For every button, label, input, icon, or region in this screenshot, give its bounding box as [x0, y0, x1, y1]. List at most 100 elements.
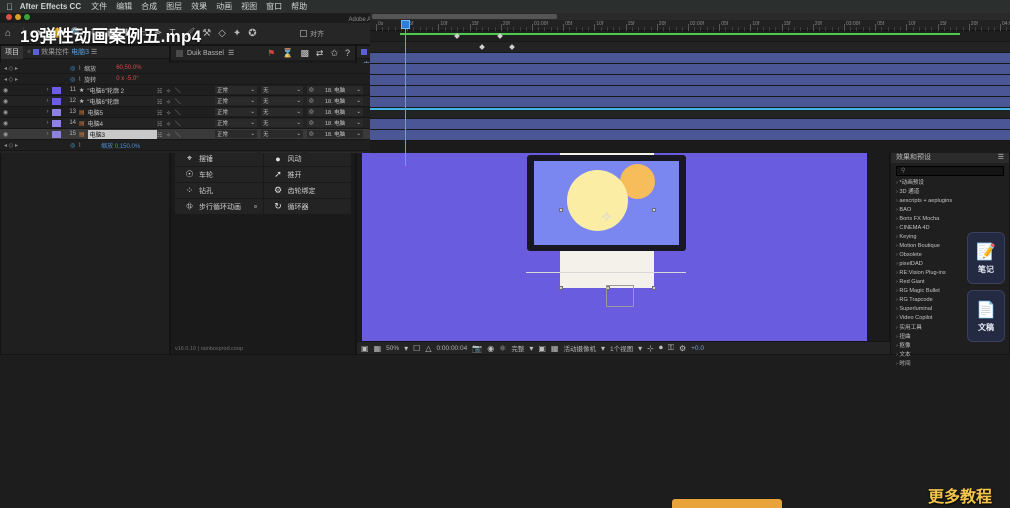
menu-item-view[interactable]: 视图	[241, 1, 257, 12]
duik-tool-wind[interactable]: ●风动	[264, 151, 352, 166]
timeline-ruler[interactable]: 0s5f10f15f20f01:00f05f10f15f20f02:00f05f…	[370, 20, 1010, 31]
region-of-interest-icon[interactable]: ▣	[538, 344, 546, 353]
layer-mode-select[interactable]: 正常⌄	[215, 152, 257, 153]
menu-item-edit[interactable]: 编辑	[116, 1, 132, 12]
tab-effect-controls[interactable]: × 效果控件 电脑3 ☰	[23, 46, 101, 59]
duik-tool-pendulum[interactable]: ⌖摆锤	[175, 151, 263, 166]
toggle-transparency-icon[interactable]: ▣	[361, 344, 369, 353]
channel-icon[interactable]: ⚛	[499, 344, 506, 353]
layer-color-swatch[interactable]	[52, 120, 61, 127]
layer-trkmat-select[interactable]: 无⌄	[261, 119, 303, 127]
sub-selection-box[interactable]	[606, 285, 634, 307]
layer-parent-select[interactable]: ◎18. 电脑⌄	[307, 130, 363, 138]
layer-name-cell[interactable]: ▤电脑4	[79, 119, 157, 128]
close-icon[interactable]	[6, 14, 12, 20]
parent-pick-whip-icon[interactable]: ◎	[309, 109, 314, 115]
effects-list-item[interactable]: aescripts + aeplugins	[896, 197, 1004, 206]
viewer-views-count[interactable]: 1个视图	[610, 343, 633, 353]
pixel-aspect-icon[interactable]: ⊹	[647, 344, 654, 353]
layer-mode-select[interactable]: 正常⌄	[215, 108, 257, 116]
layer-visibility-icon[interactable]: ◉	[0, 153, 11, 154]
chevron-right-icon[interactable]: ›	[43, 98, 52, 104]
table-row[interactable]: ◉›12★"电脑6"轮廓☵ ✧ ＼正常⌄无⌄◎18. 电脑⌄	[0, 96, 370, 107]
chevron-right-icon[interactable]: ›	[43, 131, 52, 137]
parent-pick-whip-icon[interactable]: ◎	[309, 131, 314, 137]
layer-duration-bar[interactable]	[370, 53, 1010, 64]
home-icon[interactable]: ⌂	[5, 29, 11, 39]
table-row[interactable]: ◉›13▤电脑5☵ ✧ ＼正常⌄无⌄◎18. 电脑⌄	[0, 107, 370, 118]
duik-tool-pushed[interactable]: ➚推开	[264, 167, 352, 182]
roto-brush-tool-icon[interactable]: ✦	[233, 29, 241, 39]
stopwatch-icon[interactable]: ◎	[70, 76, 75, 83]
duik-tool-gear[interactable]: ⚙齿轮绑定	[264, 183, 352, 198]
panel-menu-icon[interactable]: ☰	[91, 48, 97, 56]
eraser-tool-icon[interactable]: ◇	[218, 29, 226, 39]
flag-icon[interactable]: ⚑	[267, 48, 275, 59]
chevron-down-icon[interactable]: ▾	[404, 344, 408, 353]
selection-handle[interactable]	[652, 286, 656, 290]
layer-duration-bar[interactable]	[370, 75, 1010, 86]
chevron-right-icon[interactable]: ›	[43, 87, 52, 93]
property-name-cell[interactable]: ◎⌇旋转	[70, 75, 96, 84]
chevron-right-icon[interactable]: ›	[43, 120, 52, 126]
layer-duration-bar[interactable]	[370, 64, 1010, 75]
viewer-exposure-value[interactable]: +0.0	[691, 345, 704, 352]
layer-name-cell[interactable]: ▤电脑3	[79, 130, 157, 139]
layer-duration-bar[interactable]	[370, 97, 1010, 108]
help-icon[interactable]: ?	[345, 48, 350, 58]
layer-color-swatch[interactable]	[52, 87, 61, 94]
graph-icon[interactable]: ⌇	[78, 76, 81, 83]
layer-color-swatch[interactable]	[52, 153, 61, 154]
effects-list-item[interactable]: BAO	[896, 206, 1004, 215]
layer-parent-select[interactable]: ◎18. 电脑⌄	[307, 152, 363, 153]
zoom-icon[interactable]	[24, 14, 30, 20]
layer-mode-select[interactable]: 正常⌄	[215, 97, 257, 105]
parent-pick-whip-icon[interactable]: ◎	[309, 87, 314, 93]
layer-parent-select[interactable]: ◎18. 电脑⌄	[307, 119, 363, 127]
transfer-icon[interactable]: ⇄	[316, 48, 324, 59]
layer-trkmat-select[interactable]: 无⌄	[261, 108, 303, 116]
property-track[interactable]	[370, 31, 1010, 42]
stopwatch-icon[interactable]: ◎	[70, 142, 75, 149]
menu-item-effect[interactable]: 效果	[191, 1, 207, 12]
track-segment[interactable]	[400, 33, 960, 35]
effects-list-item[interactable]: Boris FX Mocha	[896, 215, 1004, 224]
window-traffic-lights[interactable]	[6, 14, 30, 20]
snapping-checkbox[interactable]	[300, 30, 307, 37]
layer-switches[interactable]: ☵ ✧ ＼	[157, 97, 215, 106]
parent-pick-whip-icon[interactable]: ◎	[309, 120, 314, 126]
duik-tool-looper[interactable]: ↻循环器	[264, 199, 352, 214]
layer-name-cell[interactable]: ★"电脑6"轮廓 2	[79, 86, 157, 95]
layer-color-swatch[interactable]	[52, 109, 61, 116]
close-icon[interactable]: ×	[27, 49, 31, 56]
keyframe-nav-icon[interactable]: ◂ ◇ ▸	[4, 142, 18, 149]
duik-tool-options-icon[interactable]	[254, 205, 257, 208]
keyframe-marker[interactable]	[479, 44, 485, 50]
layer-color-swatch[interactable]	[52, 98, 61, 105]
viewer-resolution-value[interactable]: 完整	[511, 343, 524, 353]
chevron-right-icon[interactable]: ›	[43, 109, 52, 115]
layer-name-cell[interactable]: ★"电脑6"轮廓	[79, 97, 157, 106]
minimize-icon[interactable]	[15, 14, 21, 20]
layer-switches[interactable]: ☵ ✧ ＼	[157, 86, 215, 95]
chevron-down-icon[interactable]: ▾	[529, 344, 533, 353]
property-value[interactable]: 60,50.0%	[116, 65, 141, 71]
layer-switches[interactable]: ☵ ✧ ＼	[157, 152, 215, 154]
timeline-graph-area[interactable]: 0s5f10f15f20f01:00f05f10f15f20f02:00f05f…	[370, 13, 1010, 153]
menu-item-animation[interactable]: 动画	[216, 1, 232, 12]
snapping-toggle[interactable]: 对齐	[300, 29, 324, 39]
show-snapshot-icon[interactable]: ◉	[487, 344, 494, 353]
keyframe-nav-icon[interactable]: ◂ ◇ ▸	[4, 65, 18, 72]
layer-trkmat-select[interactable]: 无⌄	[261, 86, 303, 94]
panel-menu-icon[interactable]: ☰	[998, 153, 1004, 161]
transparency-grid-icon[interactable]: ▦	[551, 344, 559, 353]
keyframe-marker[interactable]	[509, 44, 515, 50]
parent-pick-whip-icon[interactable]: ◎	[309, 98, 314, 104]
layer-trkmat-select[interactable]: 无⌄	[261, 152, 303, 153]
effects-list-item[interactable]: *动画预设	[896, 179, 1004, 188]
property-name-cell[interactable]: ◎⌇缩放	[70, 64, 96, 73]
fast-preview-icon[interactable]: ⏺	[659, 343, 663, 353]
wrench-icon[interactable]: ✩	[330, 48, 338, 59]
layer-name-cell[interactable]: ▤电脑2	[79, 152, 157, 154]
effects-list-item[interactable]: 文本	[896, 351, 1004, 360]
